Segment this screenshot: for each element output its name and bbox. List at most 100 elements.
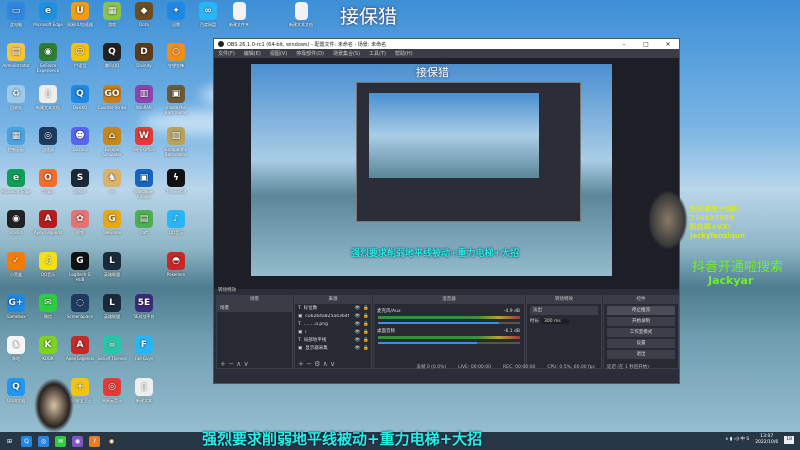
desktop-icon[interactable]: ⌂ Escape Simulator (97, 127, 127, 157)
desktop-icon[interactable]: ☻ Discord (65, 127, 95, 152)
lock-icon[interactable]: 🔒 (363, 314, 369, 319)
desktop-file[interactable]: 新建文件夹 (224, 2, 254, 27)
desktop-icon[interactable]: ▤ Raft (129, 210, 159, 235)
desktop-file[interactable]: 新建文本文档 (286, 2, 316, 27)
menu-item[interactable]: 编辑(E) (244, 50, 261, 57)
desktop-icon[interactable]: ♞ nn (97, 169, 127, 194)
control-button[interactable]: 停止推流 (607, 306, 675, 315)
desktop-icon[interactable]: GO Counter-Strike (97, 85, 127, 110)
desktop-icon[interactable]: F Fall Guys (129, 336, 159, 361)
menu-item[interactable]: 工具(T) (369, 50, 386, 57)
desktop-icon[interactable]: W WPS Office (129, 127, 159, 152)
desktop-icon[interactable]: ◌ ScreenSpace (65, 294, 95, 319)
control-button[interactable]: 开始录制 (607, 317, 675, 326)
browser-icon[interactable]: ◎ (38, 435, 49, 447)
source-item[interactable]: T ........a.png 👁 🔒 (295, 320, 371, 328)
scene-item[interactable]: 场景 (217, 304, 292, 312)
desktop-icon[interactable]: ▦ 游戏 (97, 2, 127, 27)
desktop-icon[interactable]: Q QuickQ (65, 85, 95, 110)
notification-badge[interactable]: 18 (784, 436, 794, 444)
eye-icon[interactable]: 👁 (355, 330, 361, 335)
maximize-button[interactable]: □ (635, 41, 657, 48)
desktop-icon[interactable]: G WeGame (97, 210, 127, 235)
menu-item[interactable]: 视图(V) (270, 50, 287, 57)
desktop-icon[interactable]: ◉ obs64 (1, 210, 31, 235)
desktop-icon[interactable]: 5E 5E对战平台 (129, 294, 159, 319)
source-item[interactable]: ▣ cu62b4a825a4364f 👁 🔒 (295, 312, 371, 320)
source-item[interactable]: T 标位数 👁 🔒 (295, 304, 371, 312)
lock-icon[interactable]: 🔒 (363, 322, 369, 327)
desktop-icon[interactable]: ☠ Sea of Thieves (97, 336, 127, 361)
desktop-icon[interactable]: ✿ 视频 (65, 210, 95, 235)
desktop-icon[interactable]: U 网易UU加速器 (65, 2, 95, 27)
menu-item[interactable]: 场景集合(S) (333, 50, 360, 57)
clock-date[interactable]: 2022/10/6 (755, 440, 778, 446)
lock-icon[interactable]: 🔒 (363, 338, 369, 343)
preview[interactable]: 接保猎 强烈要求削弱地平线被动+重力电梯+大招 (214, 58, 679, 289)
source-item[interactable]: T 局部地平线 👁 🔒 (295, 336, 371, 344)
desktop-icon[interactable]: ▣ Inside the Backrooms (161, 85, 191, 115)
volume-slider[interactable] (378, 322, 520, 324)
desktop-icon[interactable]: ▭ 此电脑 (1, 2, 31, 27)
desktop-icon[interactable]: ☺ YY语音 (65, 43, 95, 68)
app-icon[interactable]: ◉ (72, 435, 83, 447)
start-icon[interactable]: ⊞ (4, 436, 15, 447)
volume-slider[interactable] (378, 342, 520, 344)
menu-item[interactable]: 文件(F) (218, 50, 235, 57)
desktop-icon[interactable]: ✦ 迅雷 (161, 2, 191, 27)
desktop-icon[interactable]: D Divinity (129, 43, 159, 68)
desktop-icon[interactable]: G+ Gamebox (1, 294, 31, 319)
desktop-icon[interactable]: L 英雄联盟 (97, 252, 127, 277)
desktop-icon[interactable]: G Logitech G HUB (65, 252, 95, 282)
desktop-icon[interactable]: ♫ QQ音乐 (33, 252, 63, 277)
lock-icon[interactable]: 🔒 (363, 346, 369, 351)
search-icon[interactable]: Q (21, 435, 32, 447)
desktop-icon[interactable]: e Microsoft Edge (1, 169, 31, 194)
desktop-icon[interactable]: ✉ 微信 (33, 294, 63, 319)
desktop-icon[interactable]: Q 腾讯QQ (97, 43, 127, 68)
desktop-icon[interactable]: L 英雄联盟 (97, 294, 127, 319)
desktop-icon[interactable]: ▦ 控制面板 (1, 127, 31, 152)
desktop-icon[interactable]: A Apex Legends (33, 210, 63, 235)
desktop-icon[interactable]: ▣ Wallpaper Engine (129, 169, 159, 199)
menu-item[interactable]: 停靠部件(D) (296, 50, 324, 57)
desktop-icon[interactable]: ◎ 网易云音乐 (97, 378, 127, 403)
desktop-icon[interactable]: ▤ Administrator (1, 43, 31, 68)
desktop-icon[interactable]: ♞ 咪咕 (1, 336, 31, 361)
duration-input[interactable]: 300 ms (542, 318, 569, 324)
minimize-button[interactable]: – (613, 41, 635, 48)
desktop-icon[interactable]: S Steam (65, 169, 95, 194)
desktop-icon[interactable]: ♻ 回收站 (1, 85, 31, 110)
close-button[interactable]: ✕ (657, 41, 679, 48)
desktop-icon[interactable]: ◆ Dota (129, 2, 159, 27)
control-button[interactable]: 设置 (607, 339, 675, 348)
desktop-icon[interactable]: ◉ GeForce Experience (33, 43, 63, 73)
source-item[interactable]: ▣ 显示器采集 👁 🔒 (295, 344, 371, 352)
eye-icon[interactable]: 👁 (355, 322, 361, 327)
eye-icon[interactable]: 👁 (355, 314, 361, 319)
desktop-icon[interactable]: ▥ WinRAR (129, 85, 159, 110)
desktop-icon[interactable]: ▯ 新建文本文档 (33, 85, 63, 110)
desktop-icon[interactable]: ϟ Thronefall (161, 169, 191, 194)
desktop-icon[interactable]: ▯ 新建文本 (129, 378, 159, 403)
desktop-icon[interactable]: ▧ Escape the Backrooms (161, 127, 191, 157)
control-button[interactable]: 工作室模式 (607, 328, 675, 337)
desktop-icon[interactable]: ○ 守望先锋 (161, 43, 191, 68)
desktop-icon[interactable]: O Origin (33, 169, 63, 194)
desktop-icon[interactable]: ♪ QQ音乐 (161, 210, 191, 235)
desktop-icon[interactable]: ∞ 百度网盘 (193, 2, 223, 27)
eye-icon[interactable]: 👁 (355, 346, 361, 351)
control-button[interactable]: 退出 (607, 350, 675, 359)
source-item[interactable]: ▣ i 👁 🔒 (295, 328, 371, 336)
eye-icon[interactable]: 👁 (355, 338, 361, 343)
desktop-icon[interactable]: e Microsoft Edge (33, 2, 63, 27)
desktop-icon[interactable]: A Apex Legends (65, 336, 95, 361)
desktop-icon[interactable]: K KOOK (33, 336, 63, 361)
transition-select[interactable]: 淡出 (530, 306, 598, 315)
folder-icon[interactable]: ? (89, 435, 100, 447)
desktop-icon[interactable]: ✓ 小黑盒 (1, 252, 31, 277)
menu-item[interactable]: 帮助(H) (395, 50, 413, 57)
lock-icon[interactable]: 🔒 (363, 306, 369, 311)
desktop-icon[interactable]: Q QQ浏览器 (1, 378, 31, 403)
eye-icon[interactable]: 👁 (355, 306, 361, 311)
